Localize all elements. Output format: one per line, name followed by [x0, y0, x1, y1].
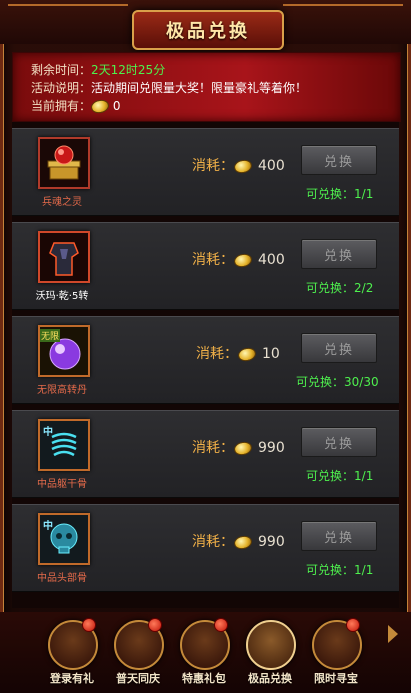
available-count: 可兑换：1/1: [306, 467, 373, 484]
next-arrow-icon[interactable]: [388, 625, 398, 643]
nav-limited-treasure[interactable]: 限时寻宝: [304, 618, 368, 690]
treasure-chest-icon: [47, 145, 81, 180]
title-bar: 极品兑换: [0, 0, 411, 50]
current-owned-label: 当前拥有：: [31, 99, 92, 113]
available-value: 1/1: [354, 563, 374, 577]
soldier-soul-item-icon[interactable]: [38, 137, 90, 189]
cost-label: 消耗：: [192, 252, 234, 268]
item-cost: 消耗： 400: [192, 249, 285, 269]
cost-label: 消耗：: [192, 158, 234, 174]
remaining-time-label: 剩余时间：: [31, 63, 92, 77]
notification-dot-icon: [148, 618, 162, 632]
event-description: 活动说明：活动期间兑限量大奖！限量豪礼等着你！: [31, 79, 307, 96]
nav-premium-exchange[interactable]: 极品兑换: [238, 620, 302, 690]
bottom-nav: 登录有礼 普天同庆 特惠礼包 极品兑换 限时寻宝: [0, 612, 411, 693]
available-count: 可兑换：2/2: [306, 279, 373, 296]
exchange-button[interactable]: 兑换: [301, 145, 377, 175]
list-item: 中 中品躯干骨 消耗： 990 兑换 可兑换：1/1: [12, 410, 399, 498]
available-count: 可兑换：30/30: [296, 373, 379, 390]
armor-icon: [40, 233, 88, 281]
notification-dot-icon: [214, 618, 228, 632]
list-item: 兵魂之灵 消耗： 400 兑换 可兑换：1/1: [12, 128, 399, 216]
gold-coin-icon: [232, 533, 254, 551]
event-description-value: 活动期间兑限量大奖！限量豪礼等着你！: [91, 81, 308, 95]
current-owned: 当前拥有： 0: [31, 97, 121, 115]
event-info-panel: 剩余时间：2天12时25分 活动说明：活动期间兑限量大奖！限量豪礼等着你！ 当前…: [12, 52, 401, 122]
gold-coin-icon: [232, 251, 254, 269]
cost-label: 消耗：: [192, 534, 234, 550]
exchange-list[interactable]: 兵魂之灵 消耗：400 兑换 可兑换：1/1 沃玛·乾·5转 消耗：400: [12, 122, 399, 608]
available-value: 30/30: [344, 375, 379, 389]
cost-value: 990: [258, 534, 285, 550]
item-cost: 消耗： 10: [196, 343, 280, 363]
torso-bone-item-icon[interactable]: 中: [38, 419, 90, 471]
nav-label: 登录有礼: [50, 672, 94, 685]
nav-login-gift[interactable]: 登录有礼: [40, 618, 104, 690]
nav-special-pack[interactable]: 特惠礼包: [172, 618, 236, 690]
available-label: 可兑换：: [306, 469, 355, 483]
tier-badge: 中: [43, 427, 53, 438]
item-name: 中品头部骨: [37, 573, 87, 584]
list-item: 无限 无限高转丹 消耗： 10 兑换 可兑换：30/30: [12, 316, 399, 404]
available-label: 可兑换：: [306, 281, 355, 295]
gold-coin-icon: [89, 98, 111, 115]
cost-label: 消耗：: [196, 346, 238, 362]
title-ornament-right: [283, 4, 403, 30]
available-value: 1/1: [354, 469, 374, 483]
gold-coin-icon: [232, 157, 254, 175]
gold-coin-icon: [232, 439, 254, 457]
available-count: 可兑换：1/1: [306, 185, 373, 202]
event-description-label: 活动说明：: [31, 81, 92, 95]
item-name: 中品躯干骨: [37, 479, 87, 490]
available-label: 可兑换：: [306, 187, 355, 201]
infinite-badge: 无限: [40, 329, 61, 342]
title-plate: 极品兑换: [132, 10, 284, 50]
current-owned-value: 0: [112, 99, 121, 113]
remaining-time-value: 2天12时25分: [91, 63, 166, 77]
notification-dot-icon: [346, 618, 360, 632]
item-name: 兵魂之灵: [42, 197, 82, 208]
item-cost: 消耗： 990: [192, 531, 285, 551]
title-ornament-left: [8, 4, 128, 30]
nav-label: 限时寻宝: [314, 672, 358, 685]
notification-dot-icon: [82, 618, 96, 632]
list-item: 中 中品头部骨 消耗： 990 兑换 可兑换：1/1: [12, 504, 399, 592]
available-label: 可兑换：: [306, 563, 355, 577]
item-name: 沃玛·乾·5转: [35, 291, 89, 302]
exchange-button[interactable]: 兑换: [301, 333, 377, 363]
nav-label: 普天同庆: [116, 672, 160, 685]
nav-label: 极品兑换: [248, 672, 292, 685]
infinite-pill-item-icon[interactable]: 无限: [38, 325, 90, 377]
exchange-window: 极品兑换 剩余时间：2天12时25分 活动说明：活动期间兑限量大奖！限量豪礼等着…: [0, 0, 411, 693]
item-cost: 消耗： 400: [192, 155, 285, 175]
available-value: 1/1: [354, 187, 374, 201]
head-bone-item-icon[interactable]: 中: [38, 513, 90, 565]
exchange-button[interactable]: 兑换: [301, 427, 377, 457]
exchange-scroll-icon: [246, 620, 296, 670]
tier-badge: 中: [43, 521, 53, 532]
nav-celebration[interactable]: 普天同庆: [106, 618, 170, 690]
available-count: 可兑换：1/1: [306, 561, 373, 578]
cost-value: 400: [258, 252, 285, 268]
cost-value: 990: [258, 440, 285, 456]
available-value: 2/2: [354, 281, 374, 295]
cost-value: 10: [262, 346, 280, 362]
cost-value: 400: [258, 158, 285, 174]
list-item: 沃玛·乾·5转 消耗： 400 兑换 可兑换：2/2: [12, 222, 399, 310]
available-label: 可兑换：: [296, 375, 345, 389]
exchange-button[interactable]: 兑换: [301, 239, 377, 269]
item-name: 无限高转丹: [37, 385, 87, 396]
cost-label: 消耗：: [192, 440, 234, 456]
page-title: 极品兑换: [166, 21, 250, 42]
exchange-button[interactable]: 兑换: [301, 521, 377, 551]
woma-armor-item-icon[interactable]: [38, 231, 90, 283]
gold-coin-icon: [236, 345, 258, 363]
item-cost: 消耗： 990: [192, 437, 285, 457]
nav-label: 特惠礼包: [182, 672, 226, 685]
remaining-time: 剩余时间：2天12时25分: [31, 61, 165, 78]
